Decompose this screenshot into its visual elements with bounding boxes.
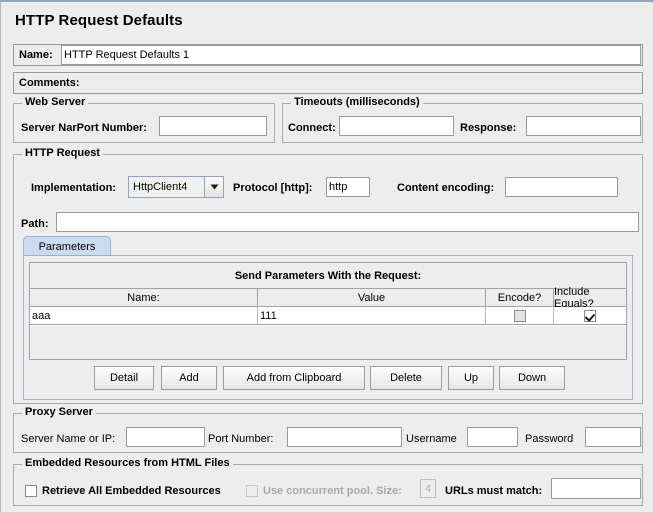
retrieve-all-embedded-resources-row[interactable]: Retrieve All Embedded Resources <box>25 485 221 497</box>
encode-checkbox[interactable] <box>514 310 526 322</box>
table-row[interactable]: aaa 111 <box>30 307 627 325</box>
proxy-port-label: Port Number: <box>208 434 273 445</box>
name-input[interactable] <box>61 45 641 65</box>
include-equals-checkbox[interactable] <box>584 310 596 322</box>
up-button-label: Up <box>464 372 478 384</box>
page-title: HTTP Request Defaults <box>15 12 183 29</box>
delete-button[interactable]: Delete <box>370 366 442 390</box>
add-from-clipboard-button[interactable]: Add from Clipboard <box>223 366 365 390</box>
response-timeout-input[interactable] <box>526 116 641 136</box>
web-server-title: Web Server <box>22 97 88 108</box>
parameters-table-caption: Send Parameters With the Request: <box>30 271 626 282</box>
delete-button-label: Delete <box>390 372 422 384</box>
column-header-encode[interactable]: Encode? <box>486 289 554 306</box>
urls-must-match-label: URLs must match: <box>445 486 542 497</box>
cell-encode[interactable] <box>486 307 554 324</box>
add-button[interactable]: Add <box>161 366 217 390</box>
parameters-table-header: Name: Value Encode? Include Equals? <box>30 288 627 307</box>
comments-label: Comments: <box>19 78 80 89</box>
http-request-defaults-window: HTTP Request Defaults Name: Comments: We… <box>0 0 654 513</box>
implementation-select[interactable]: HttpClient4 <box>128 176 224 198</box>
add-from-clipboard-button-label: Add from Clipboard <box>247 372 342 384</box>
path-label: Path: <box>21 219 49 230</box>
proxy-server-name-input[interactable] <box>126 427 205 447</box>
cell-include-equals[interactable] <box>554 307 626 324</box>
tab-parameters-label: Parameters <box>39 241 96 253</box>
connect-timeout-label: Connect: <box>288 123 336 134</box>
server-name-port-label: Server NarPort Number: <box>21 123 147 134</box>
up-button[interactable]: Up <box>448 366 494 390</box>
name-label: Name: <box>19 50 53 61</box>
http-request-title: HTTP Request <box>22 148 103 159</box>
timeouts-title: Timeouts (milliseconds) <box>291 97 423 108</box>
implementation-select-value: HttpClient4 <box>129 177 205 197</box>
protocol-label: Protocol [http]: <box>233 183 312 194</box>
proxy-server-title: Proxy Server <box>22 407 96 418</box>
column-header-name[interactable]: Name: <box>30 289 258 306</box>
retrieve-all-embedded-resources-checkbox[interactable] <box>25 485 37 497</box>
chevron-down-icon[interactable] <box>205 177 223 197</box>
server-name-port-input[interactable] <box>159 116 267 136</box>
use-concurrent-pool-label: Use concurrent pool. Size: <box>263 486 402 497</box>
use-concurrent-pool-row: Use concurrent pool. Size: <box>246 485 402 497</box>
parameters-table: Send Parameters With the Request: Name: … <box>29 262 627 360</box>
detail-button-label: Detail <box>110 372 138 384</box>
add-button-label: Add <box>179 372 199 384</box>
comments-input[interactable] <box>79 73 641 93</box>
content-encoding-label: Content encoding: <box>397 183 494 194</box>
cell-value[interactable]: 111 <box>258 307 486 324</box>
embedded-resources-title: Embedded Resources from HTML Files <box>22 458 233 469</box>
retrieve-all-embedded-resources-label: Retrieve All Embedded Resources <box>42 486 221 497</box>
path-input[interactable] <box>56 212 639 232</box>
column-header-include-equals[interactable]: Include Equals? <box>554 289 626 306</box>
use-concurrent-pool-checkbox <box>246 485 258 497</box>
urls-must-match-input[interactable] <box>551 478 641 499</box>
down-button-label: Down <box>518 372 546 384</box>
content-encoding-input[interactable] <box>505 177 618 197</box>
connect-timeout-input[interactable] <box>339 116 454 136</box>
column-header-value[interactable]: Value <box>258 289 486 306</box>
cell-name[interactable]: aaa <box>30 307 258 324</box>
proxy-password-label: Password <box>525 434 573 445</box>
concurrent-pool-size-input <box>420 479 436 498</box>
proxy-server-name-label: Server Name or IP: <box>21 434 115 445</box>
implementation-label: Implementation: <box>31 183 116 194</box>
tab-parameters[interactable]: Parameters <box>23 236 111 256</box>
parameters-table-body: aaa 111 <box>30 307 627 326</box>
down-button[interactable]: Down <box>499 366 565 390</box>
response-timeout-label: Response: <box>460 123 516 134</box>
protocol-input[interactable] <box>326 177 370 197</box>
detail-button[interactable]: Detail <box>94 366 154 390</box>
proxy-port-input[interactable] <box>287 427 402 447</box>
proxy-password-input[interactable] <box>585 427 641 447</box>
proxy-username-label: Username <box>406 434 457 445</box>
proxy-username-input[interactable] <box>467 427 518 447</box>
